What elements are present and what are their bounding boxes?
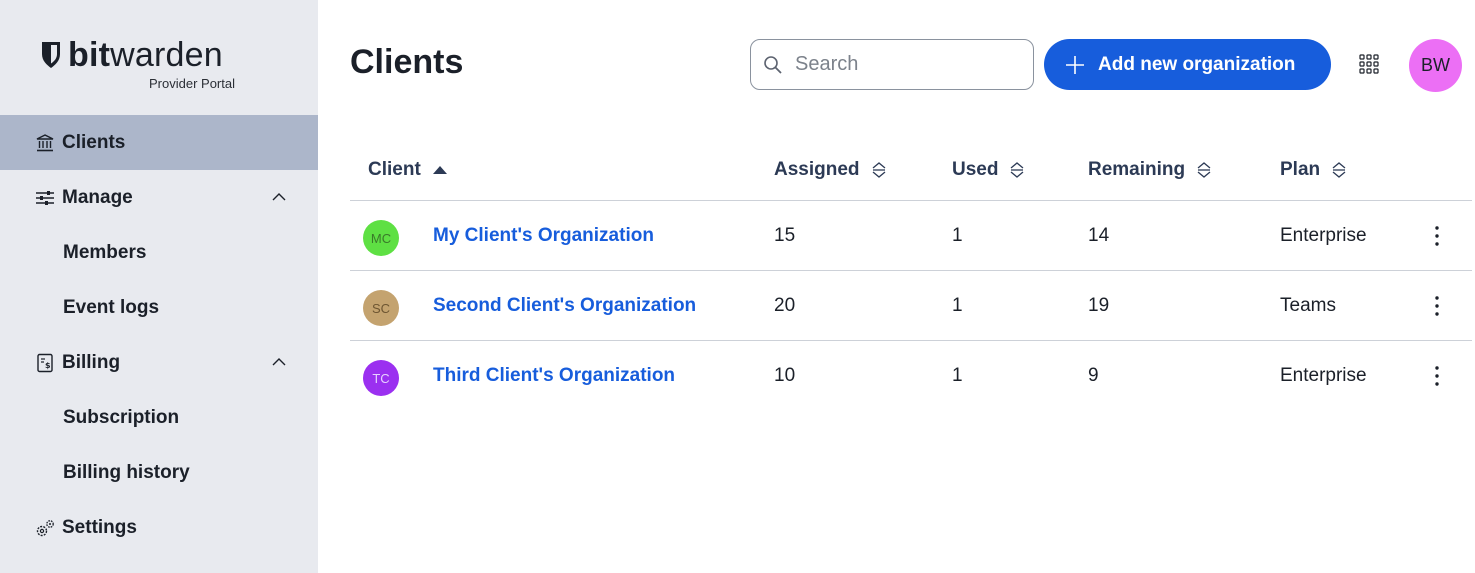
sidebar-nav: Clients Manage Members Event logs $ Bill… [0, 115, 318, 555]
search-icon [764, 55, 782, 74]
sidebar: bitwarden Provider Portal Clients Manage… [0, 0, 318, 573]
bank-icon [34, 132, 56, 154]
sidebar-item-label: Manage [62, 186, 133, 208]
more-options-icon[interactable] [1428, 293, 1446, 319]
product-switcher-icon[interactable] [1358, 53, 1380, 75]
sort-ascending-icon [432, 166, 447, 174]
sort-icon [1332, 162, 1346, 178]
column-header-label: Plan [1280, 159, 1321, 180]
user-avatar[interactable]: BW [1409, 39, 1462, 92]
add-button-label: Add new organization [1098, 53, 1296, 75]
sidebar-item-event-logs[interactable]: Event logs [0, 280, 318, 335]
sort-icon [1011, 162, 1024, 178]
column-header-label: Remaining [1088, 159, 1186, 180]
sidebar-item-label: Billing history [63, 461, 190, 483]
used-cell: 1 [952, 295, 963, 316]
sidebar-item-members[interactable]: Members [0, 225, 318, 280]
more-options-icon[interactable] [1428, 223, 1446, 249]
clients-table: Client Assigned Used Remaining Plan MC M… [350, 140, 1472, 411]
sidebar-item-clients[interactable]: Clients [0, 115, 318, 170]
gears-icon [34, 517, 56, 539]
table-row: SC Second Client's Organization 20 1 19 … [350, 271, 1472, 341]
org-name-link[interactable]: My Client's Organization [433, 225, 654, 247]
table-row: MC My Client's Organization 15 1 14 Ente… [350, 201, 1472, 271]
sidebar-item-label: Subscription [63, 406, 180, 428]
assigned-cell: 20 [774, 295, 796, 316]
column-header-used[interactable]: Used [952, 159, 1026, 181]
table-header: Client Assigned Used Remaining Plan [350, 140, 1472, 201]
org-name-link[interactable]: Second Client's Organization [433, 295, 696, 317]
org-avatar: MC [363, 220, 399, 256]
add-new-organization-button[interactable]: Add new organization [1044, 39, 1331, 90]
logo-subtitle: Provider Portal [149, 76, 235, 91]
used-cell: 1 [952, 365, 963, 386]
column-header-label: Used [952, 159, 999, 180]
chevron-up-icon[interactable] [270, 188, 288, 206]
chevron-up-icon[interactable] [270, 353, 288, 371]
logo-bold-part: bit [68, 36, 111, 74]
bitwarden-logo[interactable]: bitwarden Provider Portal [40, 38, 235, 94]
table-row: TC Third Client's Organization 10 1 9 En… [350, 341, 1472, 411]
column-header-remaining[interactable]: Remaining [1088, 159, 1213, 181]
more-options-icon[interactable] [1428, 363, 1446, 389]
sidebar-item-label: Members [63, 241, 147, 263]
org-avatar: SC [363, 290, 399, 326]
logo-wordmark: bitwarden [68, 38, 223, 72]
sidebar-item-subscription[interactable]: Subscription [0, 390, 318, 445]
sliders-icon [34, 187, 56, 209]
search-input[interactable] [795, 53, 1015, 76]
plan-cell: Teams [1280, 295, 1336, 316]
remaining-cell: 19 [1088, 295, 1110, 316]
sort-icon [872, 162, 885, 178]
logo-light-part: warden [110, 36, 223, 74]
column-header-client[interactable]: Client [368, 159, 449, 181]
assigned-cell: 10 [774, 365, 796, 386]
billing-icon: $ [34, 352, 56, 374]
sidebar-item-settings[interactable]: Settings [0, 500, 318, 555]
sidebar-item-label: Event logs [63, 296, 160, 318]
remaining-cell: 14 [1088, 225, 1110, 246]
column-header-label: Assigned [774, 159, 860, 180]
svg-text:$: $ [45, 361, 51, 370]
sidebar-item-label: Clients [62, 131, 126, 153]
sidebar-item-manage[interactable]: Manage [0, 170, 318, 225]
used-cell: 1 [952, 225, 963, 246]
plan-cell: Enterprise [1280, 225, 1367, 246]
sidebar-item-label: Billing [62, 351, 121, 373]
page-title: Clients [350, 43, 464, 81]
column-header-label: Client [368, 159, 421, 180]
sidebar-item-label: Settings [62, 516, 137, 538]
sidebar-item-billing[interactable]: $ Billing [0, 335, 318, 390]
org-avatar: TC [363, 360, 399, 396]
org-name-link[interactable]: Third Client's Organization [433, 365, 675, 387]
plus-icon [1066, 55, 1084, 74]
column-header-plan[interactable]: Plan [1280, 159, 1348, 181]
search-box[interactable] [750, 39, 1034, 90]
assigned-cell: 15 [774, 225, 796, 246]
plan-cell: Enterprise [1280, 365, 1367, 386]
shield-logo-icon [42, 42, 60, 68]
column-header-assigned[interactable]: Assigned [774, 159, 888, 181]
remaining-cell: 9 [1088, 365, 1099, 386]
sort-icon [1197, 162, 1211, 178]
sidebar-item-billing-history[interactable]: Billing history [0, 445, 318, 500]
